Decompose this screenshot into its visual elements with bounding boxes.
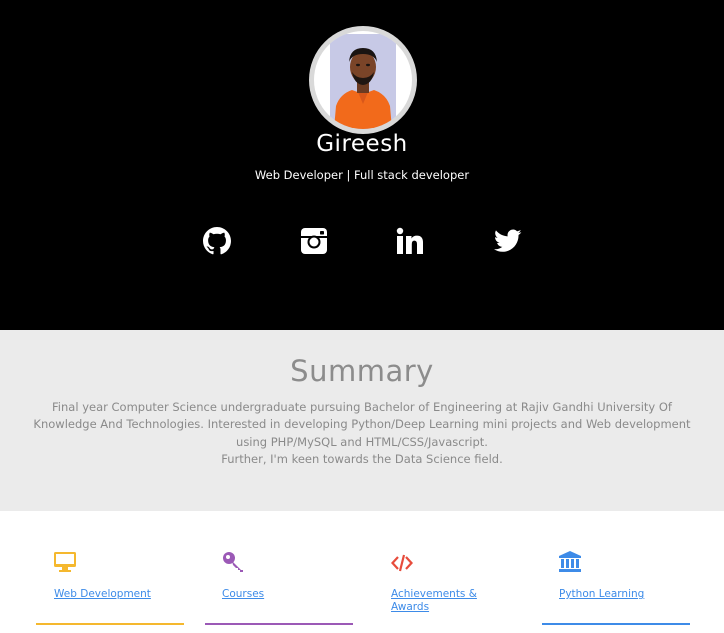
- monitor-icon: [54, 550, 80, 574]
- linkedin-icon: [396, 227, 424, 259]
- summary-text: Final year Computer Science undergraduat…: [24, 399, 700, 469]
- avatar-photo: [330, 34, 396, 129]
- summary-section: Summary Final year Computer Science unde…: [0, 330, 724, 511]
- avatar: [309, 26, 417, 134]
- instagram-link[interactable]: [299, 228, 329, 258]
- divider: [205, 623, 353, 625]
- profile-header: Gireesh Web Developer | Full stack devel…: [0, 0, 724, 330]
- profile-role: Web Developer | Full stack developer: [254, 168, 470, 182]
- skill-link-courses[interactable]: Courses: [222, 588, 322, 601]
- skill-link-achievements[interactable]: Achievements & Awards: [391, 588, 501, 614]
- divider: [36, 623, 184, 625]
- divider: [542, 623, 690, 625]
- twitter-icon: [493, 229, 522, 257]
- linkedin-link[interactable]: [395, 227, 425, 259]
- instagram-icon: [300, 227, 328, 259]
- skill-link-web-development[interactable]: Web Development: [54, 588, 154, 601]
- profile-name: Gireesh: [316, 131, 408, 157]
- github-link[interactable]: [202, 227, 232, 259]
- twitter-link[interactable]: [493, 228, 523, 258]
- github-icon: [203, 227, 231, 259]
- bank-icon: [559, 550, 585, 574]
- code-icon: [391, 551, 417, 575]
- key-icon: [222, 550, 248, 574]
- summary-title: Summary: [290, 354, 434, 388]
- summary-paragraph: Further, I'm keen towards the Data Scien…: [221, 452, 503, 467]
- summary-paragraph: Final year Computer Science undergraduat…: [33, 400, 691, 449]
- skill-link-python-learning[interactable]: Python Learning: [559, 588, 659, 601]
